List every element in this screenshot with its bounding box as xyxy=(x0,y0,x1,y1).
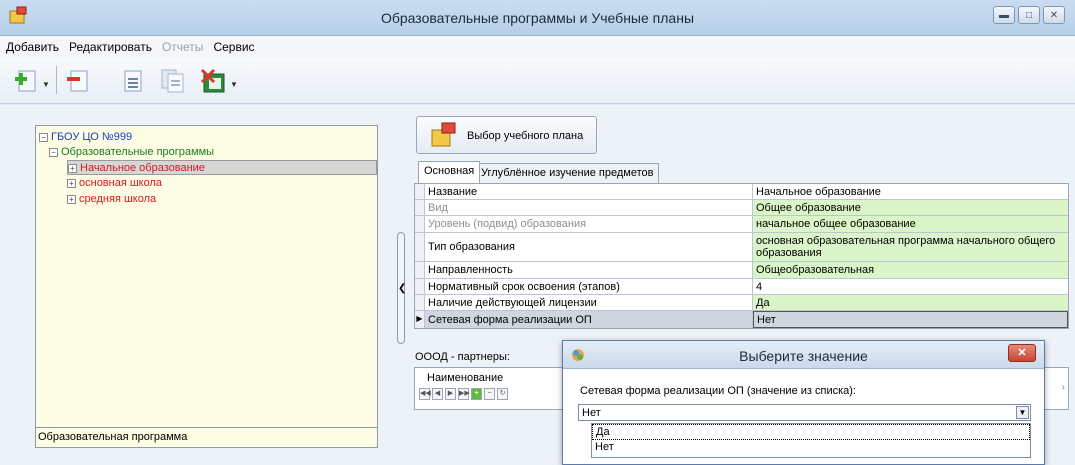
row-pointer-icon: ▶ xyxy=(415,311,425,328)
menu-service[interactable]: Сервис xyxy=(213,40,254,54)
property-value[interactable]: начальное общее образование xyxy=(753,216,1068,232)
next-record-icon[interactable]: ▶ xyxy=(445,388,456,400)
expand-icon[interactable]: + xyxy=(67,194,76,204)
value-select[interactable]: Нет ▼ xyxy=(578,404,1031,421)
option-no[interactable]: Нет xyxy=(592,440,1030,456)
expand-icon[interactable]: + xyxy=(67,178,76,188)
property-row[interactable]: Наличие действующей лицензии Да xyxy=(415,295,1068,311)
property-name: Сетевая форма реализации ОП xyxy=(425,311,753,328)
tree-root-label: ГБОУ ЦО №999 xyxy=(51,131,133,143)
collapse-icon[interactable]: − xyxy=(49,147,58,157)
program-tree: − ГБОУ ЦО №999 − Образовательные программы… xyxy=(35,125,378,448)
tree-node-group[interactable]: − Образовательные программы xyxy=(49,145,214,160)
tree-footer-label: Образовательная программа xyxy=(36,427,377,447)
title-bar: Образовательные программы и Учебные план… xyxy=(0,0,1075,36)
property-row[interactable]: Вид Общее образование xyxy=(415,200,1068,216)
scroll-right-icon[interactable]: › xyxy=(1062,382,1065,393)
property-row[interactable]: Тип образования основная образовательная… xyxy=(415,233,1068,262)
property-value[interactable]: основная образовательная программа начал… xyxy=(753,233,1068,261)
expand-icon[interactable]: + xyxy=(68,163,77,173)
property-value[interactable]: Нет xyxy=(753,311,1068,328)
tab-main[interactable]: Основная xyxy=(418,161,481,183)
value-select-current: Нет xyxy=(582,407,601,419)
window-title: Образовательные программы и Учебные план… xyxy=(380,10,695,26)
property-name: Наличие действующей лицензии xyxy=(425,295,753,310)
property-value[interactable]: Да xyxy=(753,295,1068,310)
remove-icon[interactable] xyxy=(66,68,92,94)
property-value[interactable]: Начальное образование xyxy=(753,184,1068,199)
dialog-close-button[interactable]: ✕ xyxy=(1008,344,1036,362)
splitter-collapse-handle[interactable]: ❮ xyxy=(397,232,406,344)
collapse-icon[interactable]: − xyxy=(39,132,48,142)
property-name: Тип образования xyxy=(425,233,753,261)
dialog-title-bar: Выберите значение ✕ xyxy=(563,341,1044,369)
menu-bar: Добавить Редактировать Отчеты Сервис xyxy=(0,36,1075,58)
choose-value-dialog: Выберите значение ✕ Сетевая форма реализ… xyxy=(562,340,1045,465)
first-record-icon[interactable]: ◀◀ xyxy=(419,388,431,400)
menu-reports: Отчеты xyxy=(161,40,204,54)
tree-node-root[interactable]: − ГБОУ ЦО №999 xyxy=(39,130,132,145)
plan-icon xyxy=(431,122,456,147)
tree-item-label: средняя школа xyxy=(79,193,157,205)
menu-edit[interactable]: Редактировать xyxy=(69,40,152,54)
chevron-down-icon[interactable]: ▼ xyxy=(1016,406,1029,419)
property-name: Нормативный срок освоения (этапов) xyxy=(425,279,753,294)
refresh-icon[interactable]: ↻ xyxy=(497,388,508,400)
toolbar: ▼ ▼ xyxy=(0,58,1075,104)
dialog-prompt: Сетевая форма реализации ОП (значение из… xyxy=(580,385,856,397)
tree-item-label: Начальное образование xyxy=(80,162,205,174)
record-navigator: ◀◀ ◀ ▶ ▶▶ + − ↻ xyxy=(419,388,508,400)
tab-advanced-study[interactable]: Углублённое изучение предметов xyxy=(475,163,660,183)
property-row[interactable]: Уровень (подвид) образования начальное о… xyxy=(415,216,1068,233)
tree-item-basic[interactable]: + основная школа xyxy=(67,176,162,191)
properties-grid: Название Начальное образование Вид Общее… xyxy=(414,183,1069,329)
document-icon[interactable] xyxy=(120,68,146,94)
close-window-button[interactable]: ✕ xyxy=(1043,6,1065,24)
add-dropdown-icon[interactable]: ▼ xyxy=(42,80,50,89)
tree-group-label: Образовательные программы xyxy=(61,146,215,158)
choose-plan-button[interactable]: Выбор учебного плана xyxy=(416,116,597,154)
last-record-icon[interactable]: ▶▶ xyxy=(458,388,470,400)
property-row[interactable]: Направленность Общеобразовательная xyxy=(415,262,1068,279)
property-name: Направленность xyxy=(425,262,753,278)
tree-item-primary[interactable]: + Начальное образование xyxy=(67,160,377,175)
choose-plan-label: Выбор учебного плана xyxy=(467,130,584,142)
property-value[interactable]: Общее образование xyxy=(753,200,1068,215)
excel-export-icon[interactable] xyxy=(200,68,226,94)
property-value[interactable]: 4 xyxy=(753,279,1068,294)
property-name: Уровень (подвид) образования xyxy=(425,216,753,232)
export-dropdown-icon[interactable]: ▼ xyxy=(230,80,238,89)
maximize-button[interactable]: □ xyxy=(1018,6,1040,24)
value-options-list: Да Нет xyxy=(591,423,1031,458)
tree-item-label: основная школа xyxy=(79,177,163,189)
option-yes[interactable]: Да xyxy=(592,424,1030,440)
minimize-button[interactable]: ▬ xyxy=(993,6,1015,24)
add-record-icon[interactable]: + xyxy=(471,388,482,400)
property-value[interactable]: Общеобразовательная xyxy=(753,262,1068,278)
dialog-title: Выберите значение xyxy=(739,348,868,364)
partners-label: ОООД - партнеры: xyxy=(415,351,510,363)
property-row[interactable]: Название Начальное образование xyxy=(415,184,1068,200)
property-row-current[interactable]: ▶ Сетевая форма реализации ОП Нет xyxy=(415,311,1068,328)
property-name: Название xyxy=(425,184,753,199)
copy-document-icon[interactable] xyxy=(160,68,186,94)
tree-item-secondary[interactable]: + средняя школа xyxy=(67,192,156,207)
property-row[interactable]: Нормативный срок освоения (этапов) 4 xyxy=(415,279,1068,295)
menu-add[interactable]: Добавить xyxy=(6,40,59,54)
add-icon[interactable] xyxy=(14,68,40,94)
prev-record-icon[interactable]: ◀ xyxy=(432,388,443,400)
partners-column-header: Наименование xyxy=(427,372,504,384)
property-name: Вид xyxy=(425,200,753,215)
delete-record-icon[interactable]: − xyxy=(484,388,495,400)
